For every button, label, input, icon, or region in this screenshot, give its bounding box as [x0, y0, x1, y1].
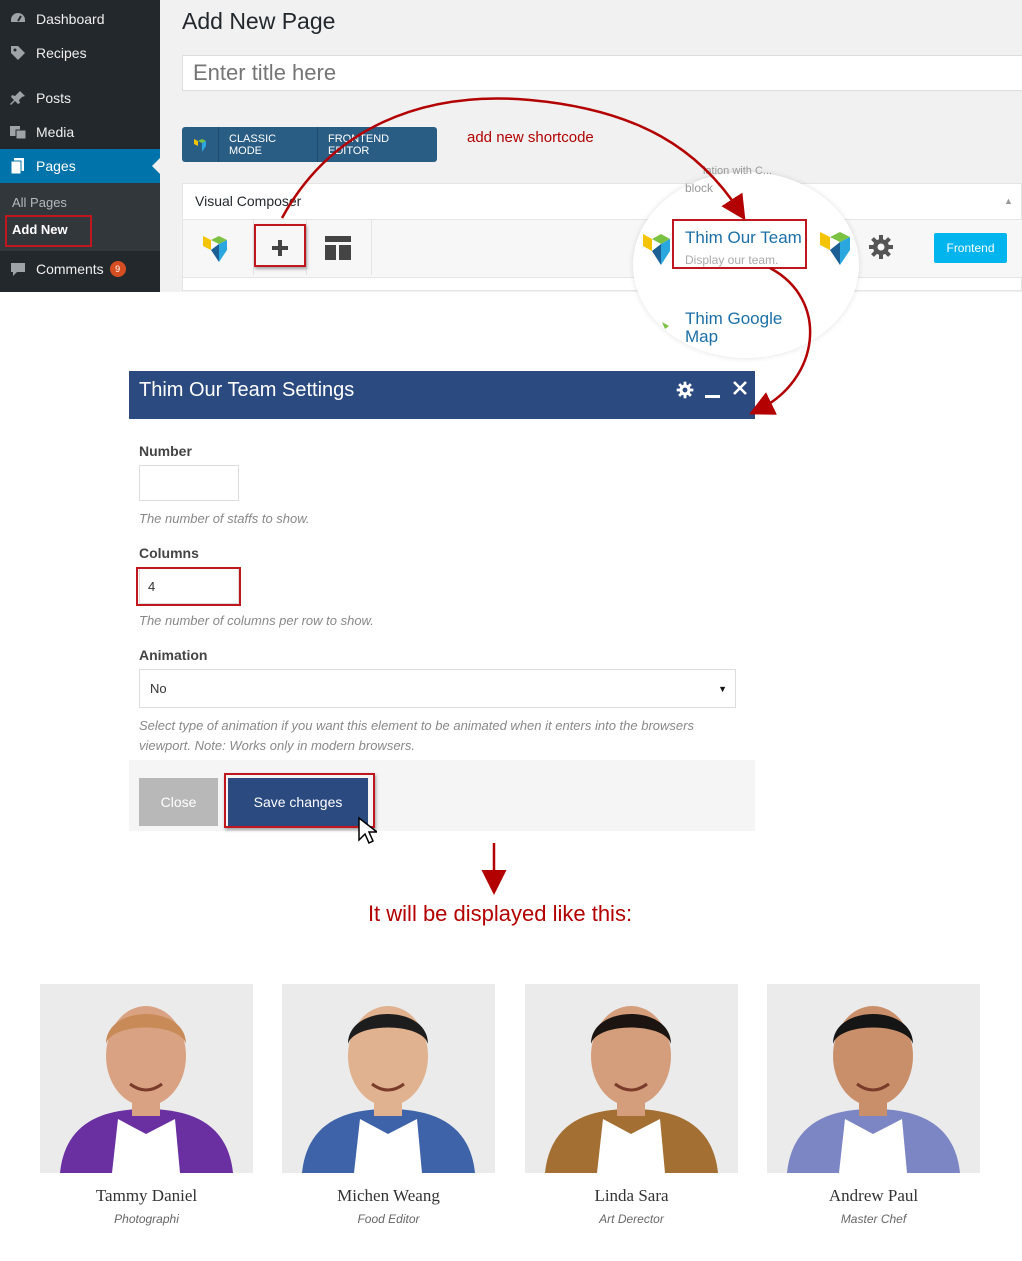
result-annotation: It will be displayed like this:: [367, 901, 633, 926]
team-member-photo: [525, 984, 738, 1173]
team-member-role: Photographi: [114, 1212, 179, 1226]
team-member-name: Michen Weang: [337, 1186, 440, 1205]
team-member: Michen Weang Food Editor: [282, 984, 495, 1226]
annotation-arrows: [280, 97, 812, 895]
team-member-role: Master Chef: [840, 1212, 907, 1226]
team-member-role: Food Editor: [357, 1212, 420, 1226]
team-member-photo: [282, 984, 495, 1173]
team-member: Linda Sara Art Derector: [525, 984, 738, 1226]
arrow-to-modal: [749, 266, 812, 415]
team-member-role: Art Derector: [599, 1212, 664, 1226]
team-member: Tammy Daniel Photographi: [40, 984, 253, 1226]
team-member-photo: [767, 984, 980, 1173]
arrow-to-lens: [280, 97, 746, 221]
team-member-name: Linda Sara: [594, 1186, 669, 1205]
team-member: Andrew Paul Master Chef: [767, 984, 980, 1226]
team-member-name: Andrew Paul: [828, 1186, 919, 1205]
team-member-photo: [40, 984, 253, 1173]
team-member-name: Tammy Daniel: [95, 1186, 198, 1205]
